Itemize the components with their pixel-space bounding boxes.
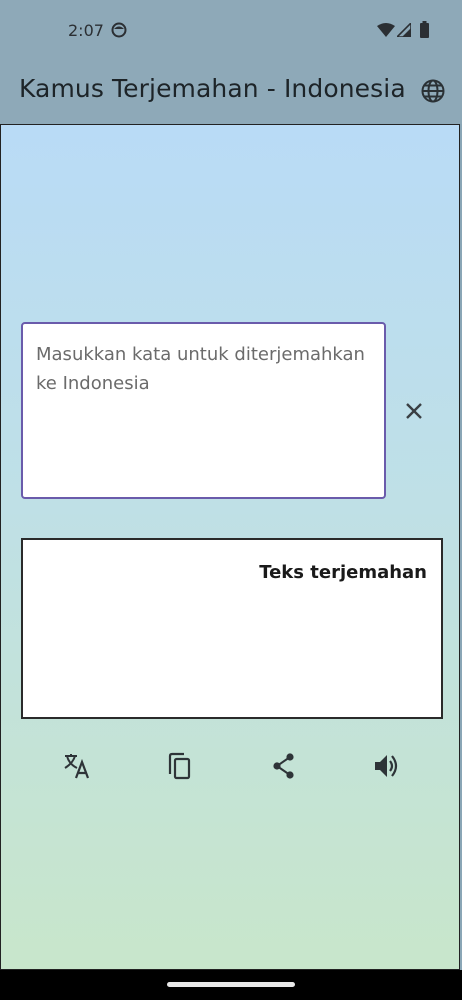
main-content: Masukkan kata untuk diterjemahkan ke Ind…	[0, 124, 460, 970]
translate-icon[interactable]	[62, 751, 92, 781]
status-time: 2:07	[68, 21, 104, 40]
face-icon	[111, 22, 127, 38]
close-icon[interactable]	[401, 398, 427, 424]
globe-icon[interactable]	[418, 76, 448, 106]
home-handle[interactable]	[167, 982, 295, 987]
app-title: Kamus Terjemahan - Indonesia	[19, 74, 406, 103]
navigation-bar	[0, 970, 462, 1000]
battery-icon	[420, 21, 429, 38]
status-bar: 2:07	[0, 0, 462, 62]
word-input[interactable]: Masukkan kata untuk diterjemahkan ke Ind…	[21, 322, 386, 499]
share-icon[interactable]	[269, 751, 299, 781]
wifi-icon	[377, 23, 395, 37]
app-screen: 2:07 Kamus Terjemahan - Indonesia Masukk…	[0, 0, 462, 1000]
signal-icon	[397, 23, 411, 37]
output-label: Teks terjemahan	[259, 562, 427, 583]
app-bar: Kamus Terjemahan - Indonesia	[0, 62, 462, 124]
copy-icon[interactable]	[165, 751, 195, 781]
translation-output: Teks terjemahan	[21, 538, 443, 719]
volume-icon[interactable]	[372, 751, 402, 781]
input-placeholder: Masukkan kata untuk diterjemahkan ke Ind…	[36, 344, 365, 394]
